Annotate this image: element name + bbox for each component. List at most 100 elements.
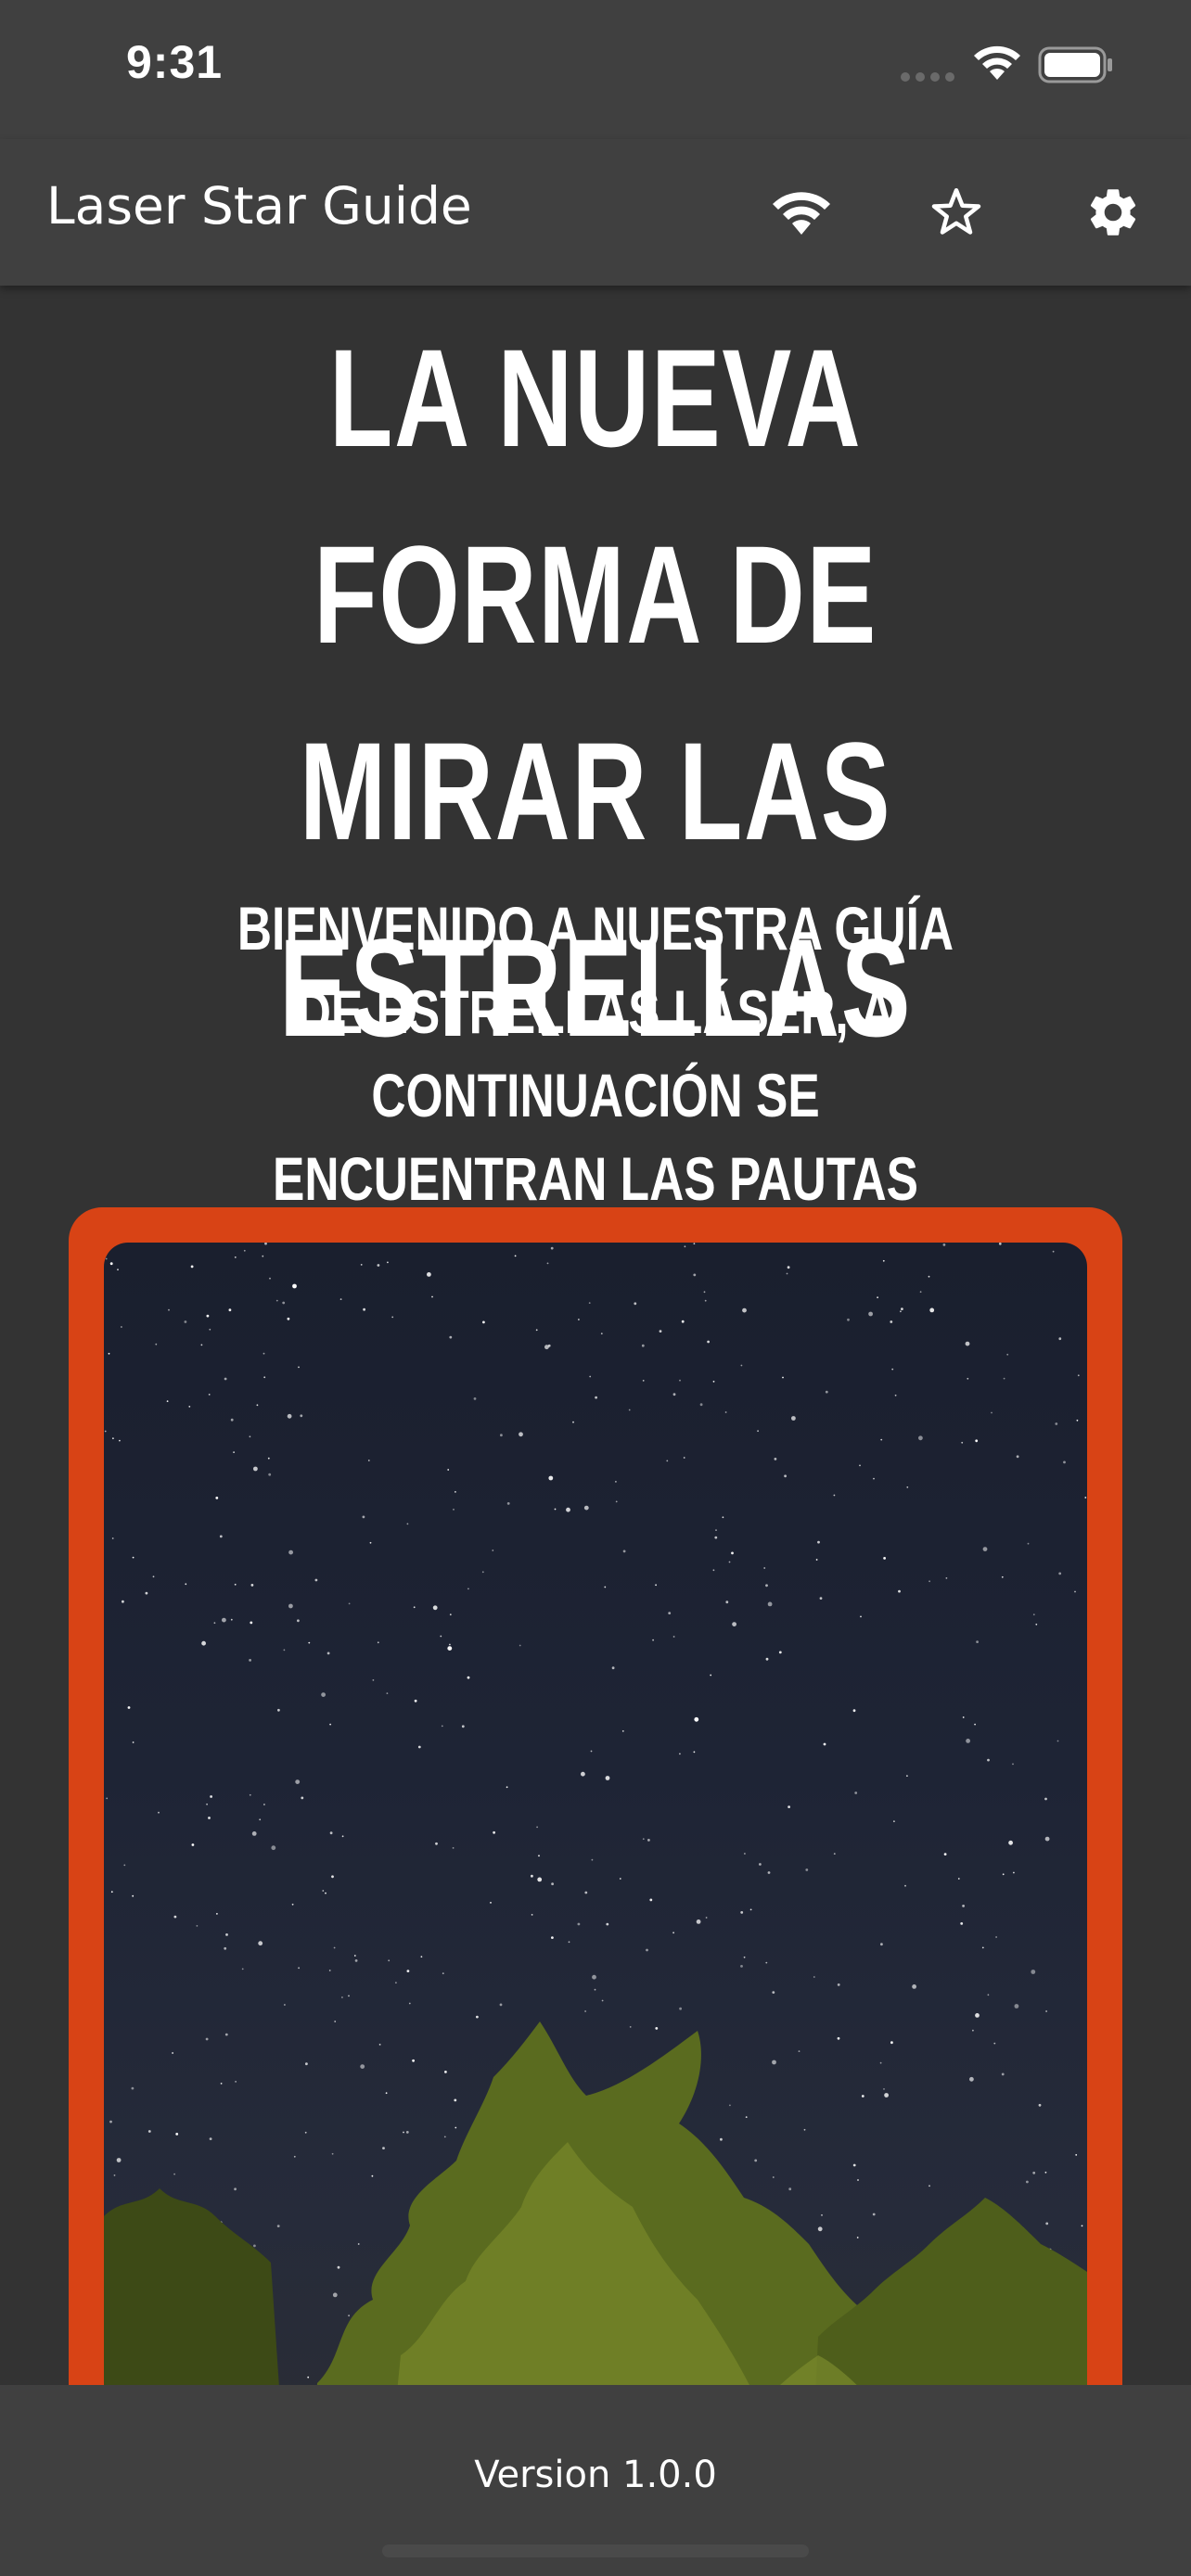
- star-dot: [147, 2130, 151, 2133]
- home-indicator[interactable]: [382, 2544, 809, 2557]
- star-dot: [173, 1915, 177, 1919]
- star-dot: [341, 1996, 343, 1998]
- star-dot: [166, 1400, 169, 1402]
- star-dot: [705, 1917, 708, 1919]
- star-dot: [906, 1775, 908, 1777]
- star-dot: [957, 1878, 960, 1880]
- star-dot: [353, 1955, 356, 1957]
- star-dot: [200, 1344, 203, 1346]
- star-dot: [267, 1457, 270, 1460]
- star-dot: [588, 1302, 591, 1304]
- star-dot: [1035, 1623, 1038, 1626]
- star-dot: [745, 2116, 748, 2118]
- star-dot: [235, 2081, 237, 2083]
- star-dot: [408, 2002, 411, 2005]
- star-dot: [473, 1397, 477, 1400]
- star-dot: [440, 1635, 442, 1638]
- star-dot: [295, 1779, 301, 1784]
- star-dot: [704, 1299, 707, 1302]
- star-dot: [225, 1933, 228, 1936]
- star-dot: [442, 1972, 444, 1974]
- star-dot: [659, 1330, 662, 1333]
- star-dot: [765, 1961, 768, 1964]
- star-dot: [519, 1644, 521, 1647]
- star-dot: [301, 1796, 304, 1800]
- star-dot: [172, 2052, 173, 2054]
- star-dot: [696, 1919, 701, 1924]
- star-dot: [772, 2060, 776, 2065]
- star-dot: [710, 1674, 712, 1677]
- star-dot: [976, 1640, 979, 1643]
- star-dot: [259, 1818, 262, 1821]
- star-dot: [731, 1551, 734, 1555]
- star-dot: [519, 1432, 523, 1437]
- favorites-button[interactable]: [925, 181, 988, 244]
- star-dot: [1044, 1836, 1050, 1842]
- star-dot: [269, 1277, 271, 1280]
- star-dot: [868, 1311, 873, 1317]
- status-bar: 9:31: [0, 0, 1191, 139]
- star-dot: [209, 2137, 212, 2140]
- star-dot: [890, 1320, 893, 1323]
- star-dot: [615, 1500, 618, 1503]
- star-dot: [132, 1894, 134, 1897]
- star-dot: [581, 1771, 585, 1777]
- star-dot: [1008, 1840, 1013, 1845]
- star-dot: [224, 1946, 227, 1950]
- star-dot: [104, 1430, 107, 1433]
- star-dot: [962, 1905, 965, 1907]
- star-dot: [600, 1333, 603, 1335]
- wifi-button[interactable]: [770, 181, 833, 244]
- star-dot: [325, 1892, 327, 1894]
- star-dot: [493, 1830, 495, 1834]
- star-dot: [196, 1925, 198, 1927]
- main-content[interactable]: LA NUEVA FORMA DE MIRAR LAS ESTRELLAS BI…: [0, 286, 1191, 2385]
- star-dot: [890, 2041, 893, 2045]
- star-dot: [722, 1516, 724, 1519]
- star-dot: [292, 1283, 297, 1289]
- star-dot: [387, 1261, 389, 1264]
- footer: Version 1.0.0: [0, 2385, 1191, 2576]
- star-dot: [880, 1943, 883, 1946]
- star-dot: [754, 2159, 758, 2162]
- star-dot: [329, 1723, 331, 1726]
- star-dot: [720, 2137, 723, 2141]
- star-dot: [652, 1639, 654, 1641]
- star-dot: [537, 1877, 543, 1882]
- star-dot: [403, 2131, 404, 2134]
- star-dot: [314, 1578, 318, 1582]
- star-dot: [275, 1299, 278, 1302]
- star-dot: [372, 1679, 375, 1681]
- star-dot: [584, 2010, 586, 2012]
- star-dot: [757, 1430, 759, 1433]
- star-dot: [414, 1699, 417, 1702]
- star-dot: [208, 1394, 211, 1396]
- star-dot: [391, 1316, 394, 1319]
- star-dot: [117, 1269, 119, 1271]
- settings-button[interactable]: [1082, 181, 1145, 244]
- star-dot: [929, 1307, 935, 1313]
- star-dot: [998, 1243, 1002, 1245]
- star-dot: [606, 1922, 609, 1926]
- star-dot: [360, 1264, 363, 1266]
- star-dot: [693, 1273, 697, 1277]
- star-dot: [619, 1878, 621, 1880]
- star-dot: [1044, 2171, 1047, 2174]
- star-dot: [506, 1502, 510, 1505]
- star-dot: [250, 1584, 254, 1587]
- star-dot: [860, 1615, 862, 1618]
- star-dot: [904, 1884, 906, 1887]
- star-dot: [928, 1275, 930, 1278]
- star-dot: [712, 1381, 715, 1383]
- star-dot: [1057, 1740, 1059, 1742]
- star-dot: [500, 1434, 503, 1437]
- star-dot: [679, 2007, 682, 2010]
- star-dot: [622, 1549, 626, 1553]
- star-dot: [188, 1406, 191, 1408]
- star-dot: [742, 1307, 747, 1313]
- star-dot: [965, 1341, 970, 1346]
- app-bar: Laser Star Guide: [0, 139, 1191, 286]
- star-dot: [386, 1692, 389, 1694]
- star-dot: [127, 1706, 131, 1709]
- star-dot: [590, 1750, 593, 1753]
